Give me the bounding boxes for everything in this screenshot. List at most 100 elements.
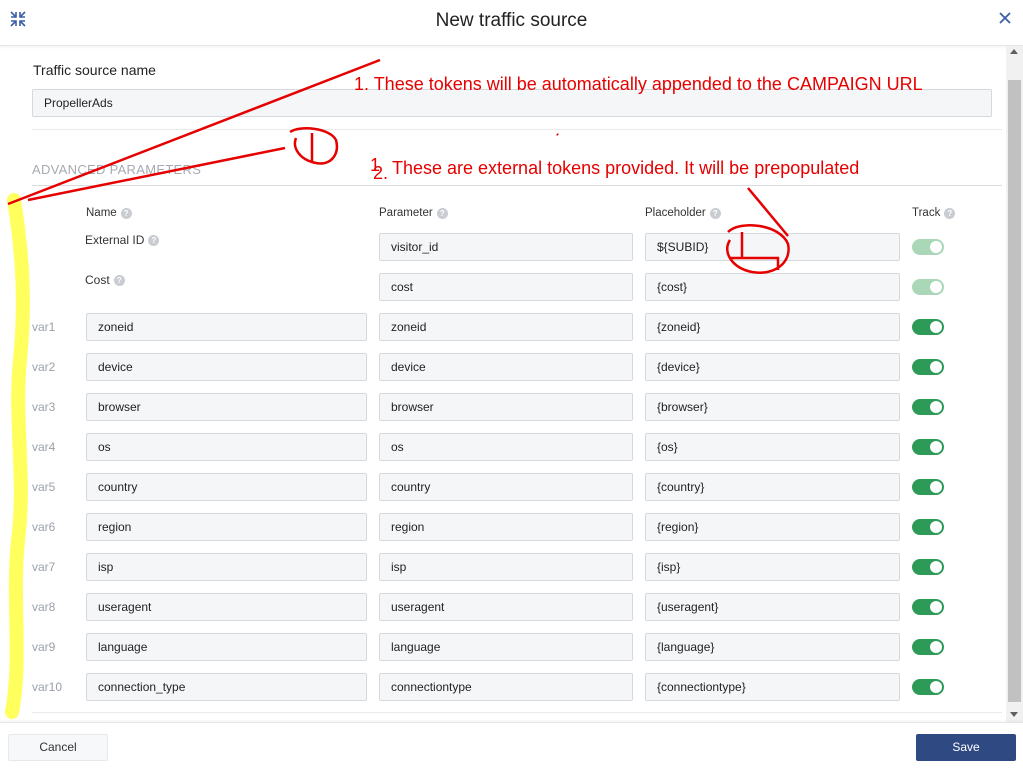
name-input[interactable]: os — [86, 433, 367, 461]
dialog-header: New traffic source — [0, 0, 1023, 46]
placeholder-input[interactable]: {country} — [645, 473, 900, 501]
vertical-scrollbar[interactable] — [1006, 46, 1023, 722]
red-circle-mark — [289, 127, 339, 165]
name-input[interactable]: browser — [86, 393, 367, 421]
save-button[interactable]: Save — [916, 734, 1016, 761]
table-row: var2 device device {device} — [0, 353, 1006, 381]
parameter-input[interactable]: os — [379, 433, 633, 461]
table-row: var6 region region {region} — [0, 513, 1006, 541]
table-row: var1 zoneid zoneid {zoneid} — [0, 313, 1006, 341]
table-row: var8 useragent useragent {useragent} — [0, 593, 1006, 621]
placeholder-input[interactable]: ${SUBID} — [645, 233, 900, 261]
help-icon[interactable]: ? — [120, 207, 132, 219]
placeholder-input[interactable]: {isp} — [645, 553, 900, 581]
track-toggle[interactable] — [912, 679, 944, 695]
red-dot-mark — [556, 133, 559, 136]
scroll-up-arrow-icon[interactable] — [1010, 49, 1018, 54]
var-label: var5 — [32, 480, 56, 494]
parameter-input[interactable]: country — [379, 473, 633, 501]
parameter-input[interactable]: useragent — [379, 593, 633, 621]
table-row: var3 browser browser {browser} — [0, 393, 1006, 421]
table-row: var5 country country {country} — [0, 473, 1006, 501]
placeholder-input[interactable]: {zoneid} — [645, 313, 900, 341]
placeholder-input[interactable]: {language} — [645, 633, 900, 661]
placeholder-input[interactable]: {region} — [645, 513, 900, 541]
red-arrow-line — [747, 187, 789, 237]
help-icon[interactable]: ? — [113, 274, 125, 286]
traffic-source-dialog: New traffic source Traffic source name P… — [0, 0, 1023, 770]
track-toggle[interactable] — [912, 279, 944, 295]
parameter-input[interactable]: region — [379, 513, 633, 541]
column-header-name: Name ? — [86, 207, 132, 219]
annotation-note-2-text: These are external tokens provided. It w… — [392, 158, 860, 178]
row-name-label: External ID — [85, 233, 145, 247]
close-icon[interactable] — [997, 10, 1013, 26]
column-header-placeholder-label: Placeholder — [645, 207, 706, 219]
help-icon[interactable]: ? — [709, 207, 721, 219]
table-row-external-id: External ID ? visitor_id ${SUBID} — [0, 233, 1006, 261]
divider — [32, 129, 1002, 130]
parameter-input[interactable]: browser — [379, 393, 633, 421]
divider — [32, 712, 1002, 713]
track-toggle[interactable] — [912, 559, 944, 575]
name-input[interactable]: zoneid — [86, 313, 367, 341]
name-input[interactable]: useragent — [86, 593, 367, 621]
var-label: var4 — [32, 440, 56, 454]
name-input[interactable]: device — [86, 353, 367, 381]
annotation-note-1: 1. These tokens will be automatically ap… — [354, 74, 923, 94]
parameter-input[interactable]: visitor_id — [379, 233, 633, 261]
row-name-label: Cost — [85, 273, 110, 287]
parameter-input[interactable]: language — [379, 633, 633, 661]
name-input[interactable]: language — [86, 633, 367, 661]
advanced-parameters-title: ADVANCED PARAMETERS — [32, 162, 202, 177]
parameter-input[interactable]: isp — [379, 553, 633, 581]
var-label: var1 — [32, 320, 56, 334]
name-input[interactable]: connection_type — [86, 673, 367, 701]
dialog-title: New traffic source — [435, 10, 588, 31]
parameter-input[interactable]: connectiontype — [379, 673, 633, 701]
scroll-down-arrow-icon[interactable] — [1010, 712, 1018, 717]
track-toggle[interactable] — [912, 319, 944, 335]
var-label: var6 — [32, 520, 56, 534]
scroll-thumb[interactable] — [1008, 80, 1021, 702]
column-header-placeholder: Placeholder ? — [645, 207, 721, 219]
row-name-static: Cost ? — [85, 273, 125, 287]
parameter-input[interactable]: cost — [379, 273, 633, 301]
help-icon[interactable]: ? — [436, 207, 448, 219]
name-input[interactable]: region — [86, 513, 367, 541]
row-name-static: External ID ? — [85, 233, 160, 247]
track-toggle[interactable] — [912, 639, 944, 655]
table-row: var7 isp isp {isp} — [0, 553, 1006, 581]
column-header-parameter: Parameter ? — [379, 207, 448, 219]
track-toggle[interactable] — [912, 479, 944, 495]
track-toggle[interactable] — [912, 519, 944, 535]
traffic-source-name-label: Traffic source name — [33, 62, 156, 78]
table-row-cost: Cost ? cost {cost} — [0, 273, 1006, 301]
table-row: var4 os os {os} — [0, 433, 1006, 461]
name-input[interactable]: country — [86, 473, 367, 501]
cancel-button[interactable]: Cancel — [8, 734, 108, 761]
var-label: var3 — [32, 400, 56, 414]
parameter-input[interactable]: device — [379, 353, 633, 381]
track-toggle[interactable] — [912, 399, 944, 415]
track-toggle[interactable] — [912, 239, 944, 255]
placeholder-input[interactable]: {connectiontype} — [645, 673, 900, 701]
red-arrow-line — [7, 58, 381, 206]
column-header-track: Track ? — [912, 207, 956, 219]
help-icon[interactable]: ? — [944, 207, 956, 219]
placeholder-input[interactable]: {browser} — [645, 393, 900, 421]
placeholder-input[interactable]: {device} — [645, 353, 900, 381]
placeholder-input[interactable]: {os} — [645, 433, 900, 461]
placeholder-input[interactable]: {useragent} — [645, 593, 900, 621]
parameter-input[interactable]: zoneid — [379, 313, 633, 341]
placeholder-input[interactable]: {cost} — [645, 273, 900, 301]
track-toggle[interactable] — [912, 359, 944, 375]
track-toggle[interactable] — [912, 439, 944, 455]
table-row: var10 connection_type connectiontype {co… — [0, 673, 1006, 701]
name-input[interactable]: isp — [86, 553, 367, 581]
track-toggle[interactable] — [912, 599, 944, 615]
divider — [32, 185, 1002, 186]
dialog-footer: Cancel Save — [0, 722, 1023, 770]
var-label: var9 — [32, 640, 56, 654]
help-icon[interactable]: ? — [148, 234, 160, 246]
